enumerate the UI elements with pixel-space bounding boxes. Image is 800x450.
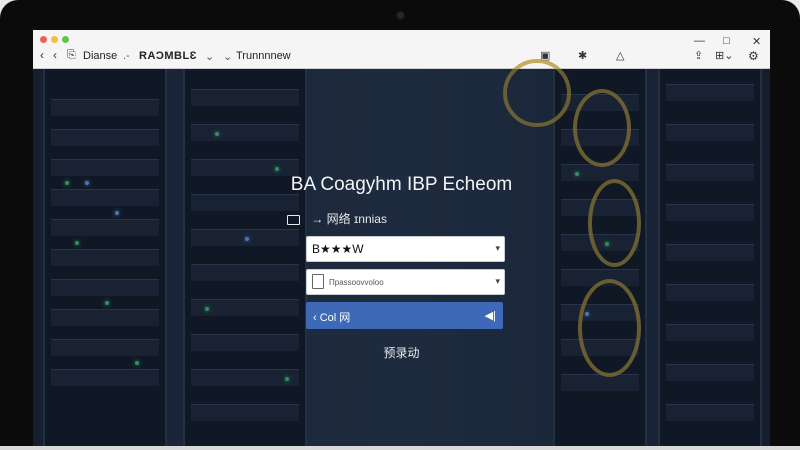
password-placeholder: Пpassoovvoloo	[329, 278, 384, 287]
laptop-bezel: ‹ ‹ ⎘ Dianse .- RAƆMBLƐ ⌄ ⌄ Trunnnnew ▣ …	[0, 0, 800, 450]
username-field[interactable]: B★★★W ▾	[306, 236, 505, 262]
page-background: BA Coagyhm IBP Echeom → 网络 ɪnnias B★★★W …	[33, 59, 770, 446]
browser-toolbar: ‹ ‹ ⎘ Dianse .- RAƆMBLƐ ⌄ ⌄ Trunnnnew ▣ …	[33, 30, 770, 69]
username-value: B★★★W	[312, 242, 364, 256]
pin-icon[interactable]: ✱	[578, 49, 587, 63]
minimize-window-button[interactable]	[51, 36, 58, 43]
restore-icon[interactable]: □	[723, 35, 730, 47]
submit-button[interactable]: ‹ Cοl 网 ◀|	[306, 302, 503, 329]
minimize-icon[interactable]: —	[694, 35, 705, 47]
share-icon[interactable]: ⇪	[694, 49, 703, 63]
tab-extra-label[interactable]: Trunnnnew	[236, 50, 291, 62]
triangle-icon[interactable]: △	[616, 49, 624, 63]
tab-chevron-down-icon[interactable]: ⌄	[205, 50, 214, 63]
chevron-down-icon[interactable]: ▾	[495, 276, 500, 287]
secondary-link[interactable]: 预录动	[33, 344, 770, 361]
monitor-icon	[287, 214, 300, 225]
close-window-button[interactable]	[40, 36, 47, 43]
maximize-window-button[interactable]	[62, 36, 69, 43]
tab-icon: ⎘	[67, 49, 76, 61]
chevron-down-icon[interactable]: ▾	[495, 243, 500, 254]
subtitle-text: → 网络 ɪnnias	[311, 212, 387, 226]
tab-title[interactable]: RAƆMBLƐ	[139, 50, 197, 62]
grid-icon[interactable]: ⊞⌄	[715, 49, 733, 63]
password-field[interactable]: Пpassoovvoloo ▾	[306, 269, 505, 295]
laptop-base	[0, 446, 800, 450]
screen: ‹ ‹ ⎘ Dianse .- RAƆMBLƐ ⌄ ⌄ Trunnnnew ▣ …	[33, 30, 770, 446]
tab-prefix[interactable]: Dianse	[83, 50, 117, 62]
tab-dropdown-icon: ⌄	[223, 51, 233, 63]
submit-label: ‹ Cοl 网	[313, 312, 351, 324]
forward-icon[interactable]: ‹	[53, 48, 57, 62]
gear-icon[interactable]: ⚙	[748, 49, 759, 63]
login-subtitle: → 网络 ɪnnias	[287, 210, 387, 227]
camera-dot	[396, 11, 405, 20]
login-title: BA Coagyhm IBP Echeom	[290, 174, 513, 195]
tab-separator-icon: .-	[123, 50, 130, 62]
back-icon[interactable]: ‹	[40, 48, 44, 62]
speaker-icon: ◀|	[484, 310, 496, 322]
document-icon	[312, 274, 324, 289]
close-icon[interactable]: ✕	[752, 35, 761, 48]
